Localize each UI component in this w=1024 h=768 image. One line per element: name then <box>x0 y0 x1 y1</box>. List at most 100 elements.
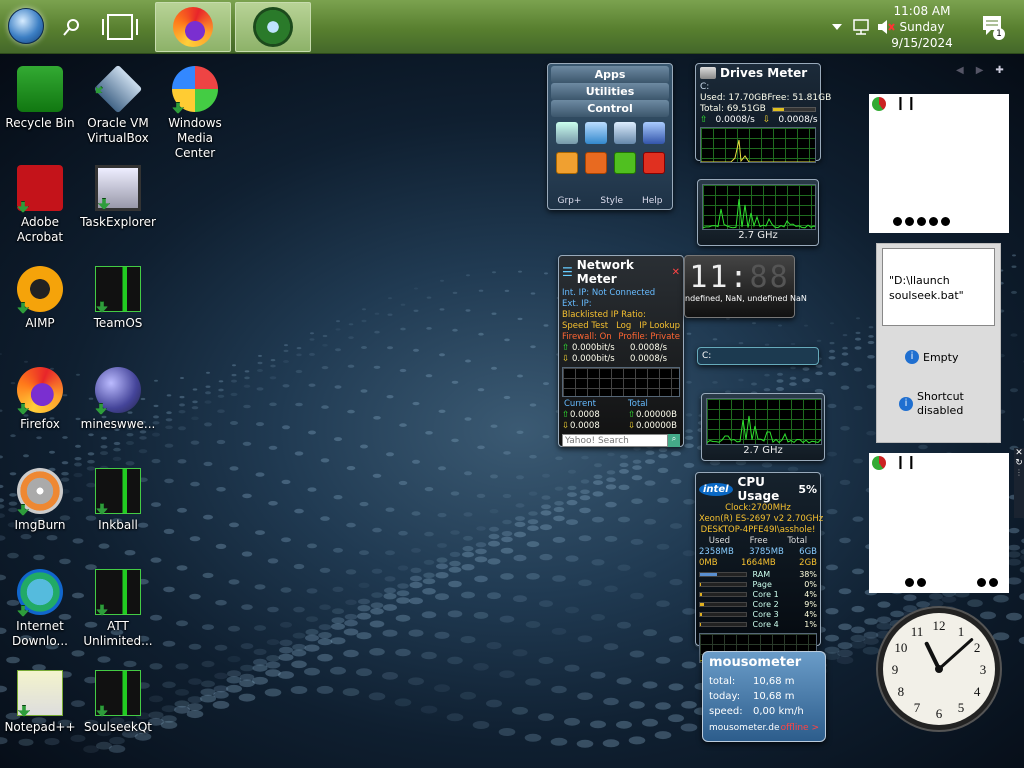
grp-plus-link[interactable]: Grp+ <box>557 196 581 206</box>
desktop-icon-minesweeper[interactable]: mineswwe... <box>78 367 158 432</box>
style-link[interactable]: Style <box>600 196 623 206</box>
imgburn-icon <box>17 468 63 514</box>
usage-bar <box>699 612 747 617</box>
launcher-command[interactable]: "D:\llaunch soulseek.bat" <box>882 248 995 326</box>
task-view-icon[interactable] <box>100 12 140 42</box>
chevron-up-icon[interactable] <box>832 22 842 32</box>
sticky-note-2[interactable]: ❙❙ <box>869 453 1009 593</box>
close-icon[interactable]: ✕ <box>672 267 680 278</box>
cpu-clock: Clock:2700MHz <box>699 503 817 514</box>
drives-meter-title: Drives Meter <box>720 66 807 80</box>
notification-center-icon[interactable]: 1 <box>981 14 1007 42</box>
monitor-icon[interactable] <box>614 122 636 144</box>
drive-usage-bar <box>772 107 816 112</box>
analog-clock-gadget: 12 1234567891011 <box>874 604 1004 734</box>
shortcut-arrow-icon <box>96 604 108 616</box>
clock-tray[interactable]: 11:08 AM Sunday 9/15/2024 <box>882 3 962 51</box>
soulseek-icon <box>95 670 141 716</box>
desktop-icon-label: ImgBurn <box>0 518 80 533</box>
clock-number: 7 <box>914 700 921 715</box>
desktop-icon-label: mineswwe... <box>78 417 158 432</box>
current-label: Current <box>562 399 628 410</box>
cpu-graph-1-label: 2.7 GHz <box>702 230 814 241</box>
mousometer-site-link[interactable]: mousometer.de <box>709 723 780 733</box>
desktop-icon-label: Oracle VM VirtualBox <box>78 116 158 146</box>
menu-apps[interactable]: Apps <box>551 66 669 83</box>
cpu-row-value: 1% <box>789 620 817 629</box>
clock-number: 10 <box>894 640 907 655</box>
shutdown-icon[interactable] <box>643 152 665 174</box>
mem-free: 3785MB <box>749 547 784 558</box>
sidebar-controls: ◀ ▶ ✚ <box>956 65 1016 79</box>
desktop-icon-notepadpp[interactable]: Notepad++ <box>0 670 80 735</box>
mem-used: 2358MB <box>699 547 734 558</box>
desktop-icon-acrobat[interactable]: Adobe Acrobat <box>0 165 80 245</box>
desktop-icon-att[interactable]: ATT Unlimited... <box>78 569 158 649</box>
desktop-icon-inkball[interactable]: Inkball <box>78 468 158 533</box>
cpu-graph-1 <box>702 184 816 230</box>
firefox-icon <box>17 367 63 413</box>
desktop-icon-internet-download[interactable]: Internet Downlo... <box>0 569 80 649</box>
network-icon[interactable] <box>852 18 872 36</box>
sleep-icon[interactable] <box>614 152 636 174</box>
search-icon[interactable]: ⌕ <box>668 434 680 447</box>
desktop-icon-virtualbox[interactable]: Oracle VM VirtualBox <box>78 66 158 146</box>
tray-day: Sunday <box>882 19 962 35</box>
cpu-row-value: 4% <box>789 590 817 599</box>
display-settings-icon[interactable] <box>643 122 665 144</box>
add-gadget-icon[interactable]: ✚ <box>995 65 1003 79</box>
window-icon[interactable] <box>585 122 607 144</box>
lock-icon[interactable] <box>556 152 578 174</box>
desktop-icon-recycle-bin[interactable]: Recycle Bin <box>0 66 80 131</box>
menu-utilities[interactable]: Utilities <box>551 83 669 100</box>
drive-free: Free: 51.81GB <box>767 93 831 104</box>
desktop-icon-media-center[interactable]: Windows Media Center <box>155 66 235 161</box>
yahoo-search-input[interactable] <box>562 434 668 447</box>
intel-logo: intel <box>699 483 733 496</box>
close-icon[interactable]: ✕ <box>1014 448 1024 458</box>
tray-time: 11:08 AM <box>882 3 962 19</box>
drive-letter: C: <box>700 82 816 93</box>
search-icon[interactable] <box>62 17 82 37</box>
clock-number: 11 <box>911 624 924 639</box>
status-icon <box>872 97 886 111</box>
ip-lookup-link[interactable]: IP Lookup <box>639 321 680 332</box>
taskbar-media-center-button[interactable] <box>235 2 311 52</box>
desktop-icon-imgburn[interactable]: ImgBurn <box>0 468 80 533</box>
clock-number: 4 <box>974 684 981 699</box>
desktop-icon-label: Notepad++ <box>0 720 80 735</box>
sticky-note-1[interactable]: ❙❙ <box>869 94 1009 233</box>
cpu-usage-gadget: intel CPU Usage 5% Clock:2700MHz Xeon(R)… <box>695 472 821 646</box>
offline-status[interactable]: offline > <box>781 723 819 733</box>
previous-icon[interactable]: ◀ <box>956 65 964 79</box>
cpu-row-value: 9% <box>789 600 817 609</box>
help-link[interactable]: Help <box>642 196 663 206</box>
cpu-usage-title: CPU Usage <box>738 475 799 503</box>
drives-meter-gadget: Drives Meter C: Used: 17.70GB Free: 51.8… <box>695 63 821 161</box>
trash-icon[interactable] <box>556 122 578 144</box>
log-link[interactable]: Log <box>616 321 631 332</box>
next-icon[interactable]: ▶ <box>976 65 984 79</box>
page-used: 0MB <box>699 558 718 569</box>
taskbar-firefox-button[interactable] <box>155 2 231 52</box>
note-dots <box>905 577 1001 590</box>
desktop-icon-aimp[interactable]: AIMP <box>0 266 80 331</box>
desktop-icon-firefox[interactable]: Firefox <box>0 367 80 432</box>
notepadpp-icon <box>17 670 63 716</box>
speed-test-link[interactable]: Speed Test <box>562 321 608 332</box>
desktop-icon-task-explorer[interactable]: TaskExplorer <box>78 165 158 230</box>
power-icon[interactable] <box>585 152 607 174</box>
shortcut-arrow-icon <box>18 705 30 717</box>
cpu-row-value: 4% <box>789 610 817 619</box>
cpu-row-label: Core 4 <box>753 620 789 629</box>
sidebar-edge-handle[interactable]: ✕ ↻ ⋮ <box>1014 448 1024 518</box>
desktop-icon-teamos[interactable]: TeamOS <box>78 266 158 331</box>
shortcut-arrow-icon <box>98 198 110 210</box>
start-button[interactable] <box>8 8 44 44</box>
drag-grip-icon[interactable]: ⋮ <box>1014 468 1024 477</box>
net-down-rate-b: 0.0008/s <box>630 354 667 365</box>
desktop-icon-soulseek[interactable]: SoulseekQt <box>78 670 158 735</box>
menu-control[interactable]: Control <box>551 100 669 117</box>
refresh-icon[interactable]: ↻ <box>1014 458 1024 468</box>
cpu-row-label: Core 3 <box>753 610 789 619</box>
